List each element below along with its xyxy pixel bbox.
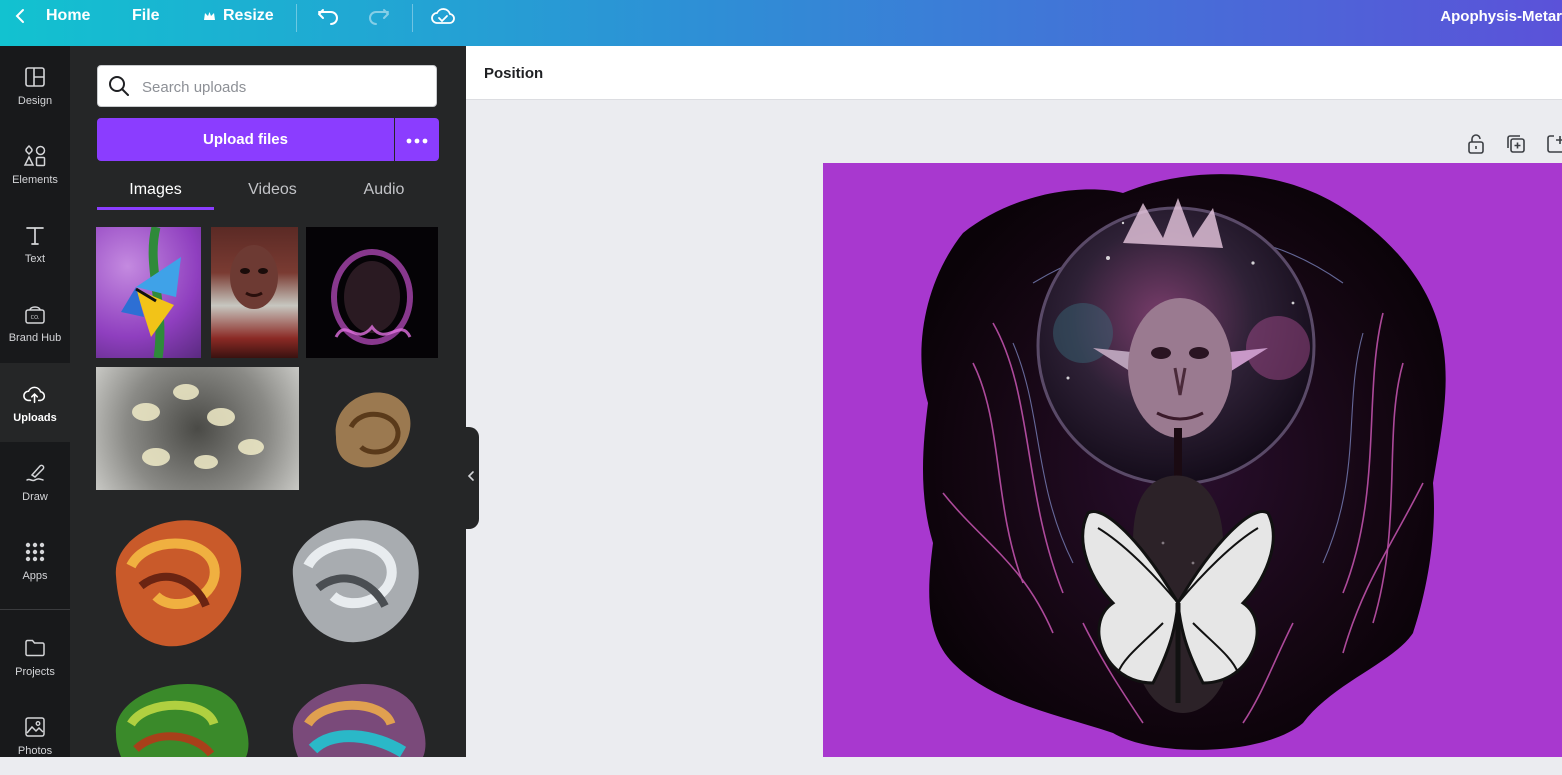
rail-item-draw[interactable]: Draw: [0, 442, 70, 521]
document-title[interactable]: Apophysis-Metar: [1440, 0, 1562, 32]
rail-item-label: Photos: [17, 744, 53, 757]
apps-grid-icon: [23, 540, 47, 564]
rail-item-label: Projects: [15, 665, 55, 678]
upload-more-options-button[interactable]: [395, 118, 439, 161]
home-label: Home: [46, 7, 91, 24]
rail-item-design[interactable]: Design: [0, 46, 70, 125]
resize-button[interactable]: Resize: [203, 0, 274, 32]
rail-item-label: Elements: [12, 173, 58, 186]
rail-item-projects[interactable]: Projects: [0, 617, 70, 696]
shapes-icon: [23, 144, 47, 168]
cloud-save-status[interactable]: [430, 0, 456, 32]
tab-videos[interactable]: Videos: [214, 170, 331, 210]
uploads-panel: Upload files Images Videos Audio: [70, 46, 466, 757]
search-input[interactable]: [140, 66, 429, 108]
side-rail: Design Elements Text CO. Brand Hub Uploa…: [0, 46, 70, 757]
chevron-left-icon: [467, 469, 475, 487]
rail-item-label: Uploads: [13, 411, 57, 424]
upload-files-button[interactable]: Upload files: [97, 118, 394, 161]
upload-thumbnail-fractal-portal[interactable]: [306, 227, 438, 358]
photo-icon: [23, 715, 47, 739]
brand-hub-icon: CO.: [23, 302, 47, 326]
upload-thumbnail-butterfly[interactable]: [96, 227, 201, 358]
lock-page-button[interactable]: [1466, 133, 1486, 155]
upload-thumbnail-teal-swirl[interactable]: [273, 664, 438, 757]
toolbar-divider: [296, 4, 297, 32]
duplicate-icon: [1505, 135, 1527, 159]
rail-item-brand-hub[interactable]: CO. Brand Hub: [0, 283, 70, 362]
rail-item-elements[interactable]: Elements: [0, 125, 70, 204]
folder-icon: [23, 636, 47, 660]
rail-divider: [0, 609, 70, 610]
more-horizontal-icon: [406, 131, 428, 149]
toolbar-divider: [412, 4, 413, 32]
undo-icon: [316, 6, 340, 26]
home-button[interactable]: Home: [14, 0, 90, 32]
add-page-icon: [1545, 135, 1562, 155]
rail-item-label: Apps: [22, 569, 48, 582]
tab-images[interactable]: Images: [97, 170, 214, 210]
upload-thumbnail-silver-swirl[interactable]: [273, 496, 438, 656]
cloud-check-icon: [430, 6, 456, 26]
rail-item-label: Brand Hub: [8, 331, 62, 344]
search-icon: [108, 75, 130, 102]
media-type-tabs: Images Videos Audio: [97, 170, 437, 210]
canvas-artwork-image[interactable]: [823, 163, 1562, 757]
rail-item-photos[interactable]: Photos: [0, 696, 70, 775]
redo-button[interactable]: [367, 0, 391, 32]
file-label: File: [132, 7, 160, 24]
search-box[interactable]: [97, 65, 437, 108]
svg-text:CO.: CO.: [31, 315, 40, 321]
upload-thumbnail-green-swirl[interactable]: [96, 664, 260, 757]
layout-icon: [23, 65, 47, 89]
position-button[interactable]: Position: [484, 46, 543, 100]
rail-item-label: Draw: [22, 490, 48, 503]
rail-item-uploads[interactable]: Uploads: [0, 363, 70, 442]
file-menu-button[interactable]: File: [132, 0, 160, 32]
duplicate-page-button[interactable]: [1505, 133, 1527, 155]
upload-thumbnail-blossoms[interactable]: [96, 367, 299, 490]
redo-icon: [367, 6, 391, 26]
editor-toolbar: Position: [466, 46, 1562, 100]
undo-button[interactable]: [316, 0, 340, 32]
tab-audio[interactable]: Audio: [331, 170, 437, 210]
upload-thumbnail-face[interactable]: [211, 227, 298, 358]
collapse-panel-button[interactable]: [463, 427, 479, 529]
rail-item-label: Design: [17, 94, 53, 107]
unlock-icon: [1466, 134, 1486, 159]
rail-item-text[interactable]: Text: [0, 204, 70, 283]
rail-item-apps[interactable]: Apps: [0, 521, 70, 600]
rail-item-label: Text: [24, 252, 46, 265]
resize-label: Resize: [223, 7, 274, 24]
cloud-upload-icon: [23, 382, 47, 406]
draw-icon: [23, 461, 47, 485]
upload-thumbnail-fire-swirl[interactable]: [96, 496, 260, 656]
upload-thumbnail-golden-swirl[interactable]: [306, 367, 438, 490]
crown-icon: [203, 11, 216, 22]
text-icon: [23, 223, 47, 247]
chevron-left-icon: [14, 8, 26, 24]
top-bar: Home File Resize Apophysis-Metar: [0, 0, 1562, 46]
active-tab-indicator: [97, 207, 214, 210]
add-page-button[interactable]: [1545, 133, 1562, 155]
design-page-canvas[interactable]: [823, 163, 1562, 757]
